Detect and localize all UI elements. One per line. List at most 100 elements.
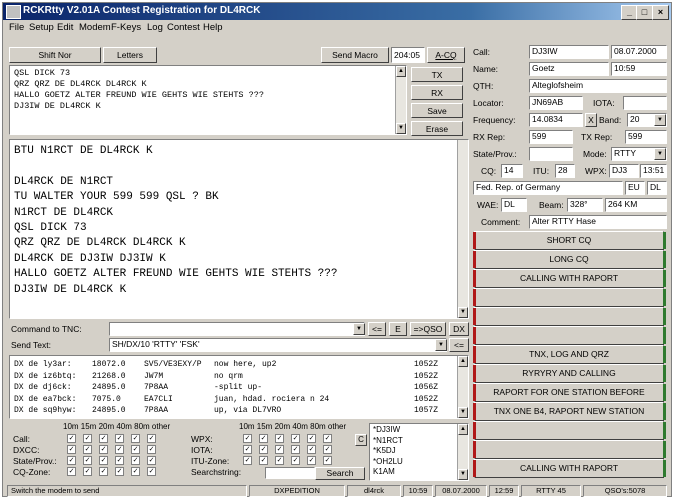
band-checkbox[interactable]: ✓ (243, 456, 252, 465)
c-button[interactable]: C (355, 434, 367, 446)
call-list-item[interactable]: *N1RCT (373, 436, 465, 447)
band-checkbox[interactable]: ✓ (307, 456, 316, 465)
send-text-input[interactable]: SH/DX/10 'RTTY' 'FSK' (109, 338, 447, 352)
dropdown-arrow-icon[interactable]: ▼ (654, 148, 666, 160)
macro-calling-with-raport-2[interactable]: CALLING WITH RAPORT (473, 459, 666, 478)
macro-ryryry-calling[interactable]: RYRYRY AND CALLING (473, 364, 666, 383)
menu-log[interactable]: Log (147, 22, 163, 33)
x-button[interactable]: X (585, 113, 597, 127)
call-list-item[interactable]: K1AM (373, 467, 465, 478)
tx-rep-field[interactable]: 599 (625, 130, 667, 144)
name-field[interactable]: Goetz (529, 62, 609, 76)
menu-contest[interactable]: Contest (167, 22, 200, 33)
macro-long-cq[interactable]: LONG CQ (473, 250, 666, 269)
band-checkbox[interactable]: ✓ (67, 434, 76, 443)
iota-field[interactable] (623, 96, 667, 110)
band-checkbox[interactable]: ✓ (147, 445, 156, 454)
band-checkbox[interactable]: ✓ (307, 434, 316, 443)
band-checkbox[interactable]: ✓ (67, 445, 76, 454)
band-checkbox[interactable]: ✓ (67, 467, 76, 476)
band-checkbox[interactable]: ✓ (275, 434, 284, 443)
dx-button[interactable]: DX (449, 322, 469, 336)
band-checkbox[interactable]: ✓ (259, 445, 268, 454)
dx-scrollbar[interactable]: ▲ ▼ (457, 356, 468, 418)
band-checkbox[interactable]: ✓ (147, 456, 156, 465)
band-checkbox[interactable]: ✓ (115, 445, 124, 454)
macro-calling-with-raport[interactable]: CALLING WITH RAPORT (473, 269, 666, 288)
call-list-scrollbar[interactable]: ▲ ▼ (457, 424, 468, 480)
macro-empty[interactable] (473, 421, 666, 440)
band-checkbox[interactable]: ✓ (67, 456, 76, 465)
macro-raport-one-station[interactable]: RAPORT FOR ONE STATION BEFORE (473, 383, 666, 402)
band-checkbox[interactable]: ✓ (115, 434, 124, 443)
rx-scrollbar[interactable]: ▼ (457, 140, 468, 318)
scroll-up-icon[interactable]: ▲ (458, 356, 468, 367)
band-checkbox[interactable]: ✓ (131, 467, 140, 476)
band-checkbox[interactable]: ✓ (131, 434, 140, 443)
call-list-item[interactable]: *K5DJ (373, 446, 465, 457)
scroll-down-icon[interactable]: ▼ (396, 123, 406, 134)
band-checkbox[interactable]: ✓ (115, 456, 124, 465)
qth-field[interactable]: Alteglofsheim (529, 79, 667, 93)
dx-spot-row[interactable]: DX de ly3ar: 18072.0 SV5/VE3EXY/P now here,… (14, 359, 464, 371)
band-checkbox[interactable]: ✓ (243, 434, 252, 443)
searchstring-input[interactable] (265, 467, 315, 479)
macro-empty[interactable] (473, 288, 666, 307)
band-checkbox[interactable]: ✓ (291, 456, 300, 465)
band-checkbox[interactable]: ✓ (259, 434, 268, 443)
band-checkbox[interactable]: ✓ (99, 467, 108, 476)
band-checkbox[interactable]: ✓ (83, 445, 92, 454)
command-input[interactable] (109, 322, 365, 336)
band-checkbox[interactable]: ✓ (275, 456, 284, 465)
tx-button[interactable]: TX (411, 67, 463, 82)
state-field[interactable] (529, 147, 573, 161)
band-checkbox[interactable]: ✓ (83, 467, 92, 476)
to-qso-button[interactable]: =>QSO (410, 322, 446, 336)
dropdown-arrow-icon[interactable]: ▼ (654, 114, 666, 126)
erase-button[interactable]: Erase (411, 121, 463, 136)
command-e-button[interactable]: E (389, 322, 407, 336)
call-field[interactable]: DJ3IW (529, 45, 609, 59)
dx-spot-row[interactable]: DX de dj6ck: 24895.0 7P8AA -split up- 1056Z (14, 382, 464, 394)
wpx-field[interactable]: DJ3 (609, 164, 639, 178)
band-checkbox[interactable]: ✓ (131, 456, 140, 465)
itu-field[interactable]: 28 (555, 164, 575, 178)
rx-rep-field[interactable]: 599 (529, 130, 573, 144)
menu-edit[interactable]: Edit (57, 22, 73, 33)
menu-fkeys[interactable]: F-Keys (111, 22, 141, 33)
macro-empty[interactable] (473, 440, 666, 459)
band-checkbox[interactable]: ✓ (147, 434, 156, 443)
band-checkbox[interactable]: ✓ (99, 434, 108, 443)
menu-help[interactable]: Help (203, 22, 223, 33)
search-button[interactable]: Search (315, 467, 365, 480)
menu-modem[interactable]: Modem (79, 22, 111, 33)
send-macro-button[interactable]: Send Macro (321, 47, 389, 63)
band-checkbox[interactable]: ✓ (243, 445, 252, 454)
cq-field[interactable]: 14 (501, 164, 523, 178)
band-checkbox[interactable]: ✓ (323, 434, 332, 443)
band-checkbox[interactable]: ✓ (99, 456, 108, 465)
locator-field[interactable]: JN69AB (529, 96, 583, 110)
dropdown-arrow-icon[interactable]: ▼ (353, 323, 365, 335)
letters-button[interactable]: Letters (103, 47, 157, 63)
macro-tnx-one-b4[interactable]: TNX ONE B4, RAPORT NEW STATION (473, 402, 666, 421)
save-button[interactable]: Save (411, 103, 463, 118)
time-field[interactable]: 10:59 (611, 62, 667, 76)
band-checkbox[interactable]: ✓ (131, 445, 140, 454)
scroll-down-icon[interactable]: ▼ (458, 469, 468, 480)
comment-field[interactable]: Alter RTTY Hase (529, 215, 667, 229)
macro-short-cq[interactable]: SHORT CQ (473, 231, 666, 250)
auto-cq-button[interactable]: A-CQ (427, 47, 465, 63)
menu-file[interactable]: File (9, 22, 24, 33)
close-button[interactable]: × (652, 5, 669, 20)
date-field[interactable]: 08.07.2000 (611, 45, 667, 59)
tx-text-area[interactable]: QSL DICK 73 QRZ QRZ DE DL4RCK DL4RCK K H… (9, 65, 407, 135)
scroll-down-icon[interactable]: ▼ (458, 307, 468, 318)
band-checkbox[interactable]: ✓ (323, 456, 332, 465)
maximize-button[interactable]: □ (636, 5, 653, 20)
band-checkbox[interactable]: ✓ (307, 445, 316, 454)
macro-empty[interactable] (473, 326, 666, 345)
call-list-item[interactable]: *DJ3IW (373, 425, 465, 436)
band-checkbox[interactable]: ✓ (259, 456, 268, 465)
band-checkbox[interactable]: ✓ (323, 445, 332, 454)
